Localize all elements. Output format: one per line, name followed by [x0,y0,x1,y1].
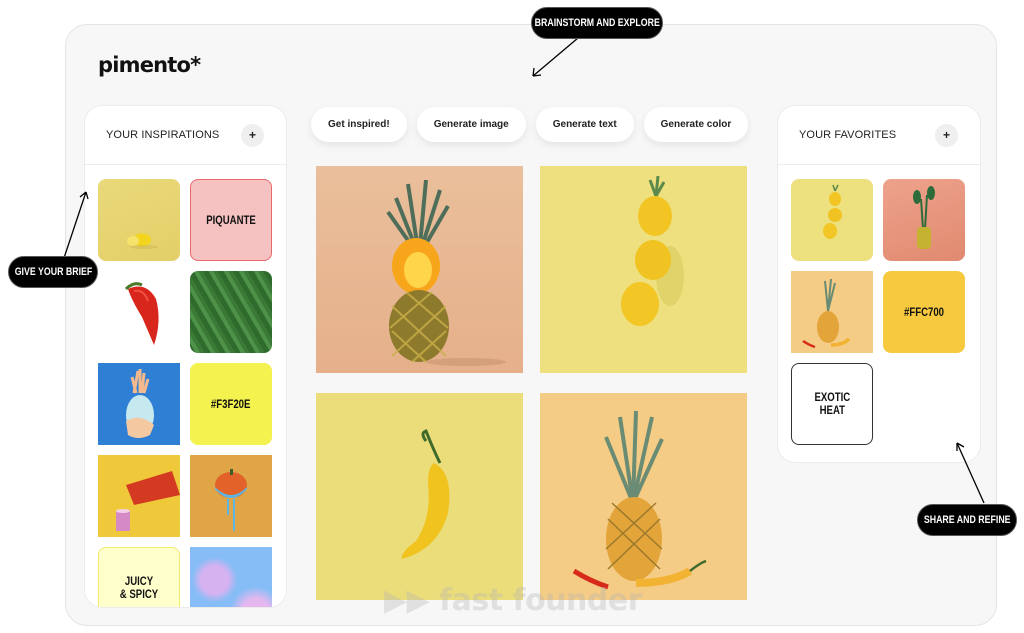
inspiration-pumpkin-image[interactable] [190,455,272,537]
favorites-grid: #FFC700 EXOTIC HEAT [778,165,980,445]
inspiration-blue-pineapple-image[interactable] [98,363,180,445]
favorite-pineapple-chilies[interactable] [791,271,873,353]
inspiration-text-juicy-spicy[interactable]: JUICY & SPICY [98,547,180,607]
app-logo: pimento* [98,53,201,77]
generated-image-stacked-pineapples[interactable] [540,166,747,373]
favorites-header: YOUR FAVORITES + [778,106,980,165]
pineapple-chilies-illustration [572,410,707,590]
inspiration-text-piquante[interactable]: PIQUANTE [190,179,272,261]
generated-image-flaming-pineapple[interactable] [316,166,523,373]
favorite-pepper-leaves[interactable] [883,179,965,261]
callout-share-text: SHARE AND REFINE [923,514,1011,526]
favorite-text-label: EXOTIC HEAT [814,390,850,417]
add-favorite-button[interactable]: + [935,123,958,147]
favorite-color-ffc700[interactable]: #FFC700 [883,271,965,353]
favorite-stacked-pineapples[interactable] [791,179,873,261]
app-window: pimento* YOUR INSPIRATIONS + PIQUANTE #F… [65,24,997,626]
red-chili-illustration [124,282,159,345]
inspirations-grid: PIQUANTE #F3F20E JUICY & SPICY [85,165,286,607]
flaming-pineapple-illustration [386,179,506,366]
generated-image-pineapple-chilies[interactable] [540,393,747,600]
generate-image-button[interactable]: Generate image [416,107,526,142]
inspiration-leaves-image[interactable] [190,271,272,353]
lemon-illustration [127,233,158,249]
pastel-pineapple-illustration [126,369,154,438]
stacked-pineapples-illustration [621,175,684,326]
watermark: ▶▶ fast founder [384,583,643,618]
inspirations-header: YOUR INSPIRATIONS + [85,106,286,165]
pineapple-chilies-thumb [802,278,851,349]
color-hex-label: #F3F20E [211,396,251,411]
color-hex-label: #FFC700 [903,304,945,319]
generate-color-button[interactable]: Generate color [643,107,749,142]
inspiration-color-f3f20e[interactable]: #F3F20E [190,363,272,445]
favorites-panel: YOUR FAVORITES + #FFC700 EXOTIC HEAT [777,105,981,463]
inspiration-holographic-image[interactable] [190,547,272,607]
inspiration-chili-image[interactable] [98,271,180,353]
inspiration-text-label: JUICY & SPICY [119,574,159,601]
callout-brief-text: GIVE YOUR BRIEF [14,266,92,278]
generate-toolbar: Get inspired! Generate image Generate te… [311,107,749,142]
callout-brief: GIVE YOUR BRIEF [8,256,98,288]
inspirations-title: YOUR INSPIRATIONS [106,129,220,141]
inspiration-juice-image[interactable] [98,455,180,537]
callout-brainstorm: BRAINSTORM AND EXPLORE [531,7,663,39]
yellow-chili-illustration [401,429,450,559]
stacked-pineapples-thumb [823,184,842,239]
juice-pour-illustration [116,471,180,531]
favorite-text-exotic-heat[interactable]: EXOTIC HEAT [791,363,873,445]
favorites-title: YOUR FAVORITES [799,129,897,141]
generated-image-yellow-chili[interactable] [316,393,523,600]
generate-text-button[interactable]: Generate text [535,107,634,142]
callout-brainstorm-text: BRAINSTORM AND EXPLORE [534,17,660,29]
callout-share: SHARE AND REFINE [917,504,1017,536]
pumpkin-illustration [215,469,247,531]
get-inspired-button[interactable]: Get inspired! [311,107,407,142]
inspiration-lemon-image[interactable] [98,179,180,261]
inspiration-text-label: PIQUANTE [206,212,256,227]
pepper-leaves-thumb [913,186,935,249]
add-inspiration-button[interactable]: + [241,123,264,147]
inspirations-panel: YOUR INSPIRATIONS + PIQUANTE #F3F20E JUI… [84,105,287,608]
generated-results-grid [316,166,747,600]
